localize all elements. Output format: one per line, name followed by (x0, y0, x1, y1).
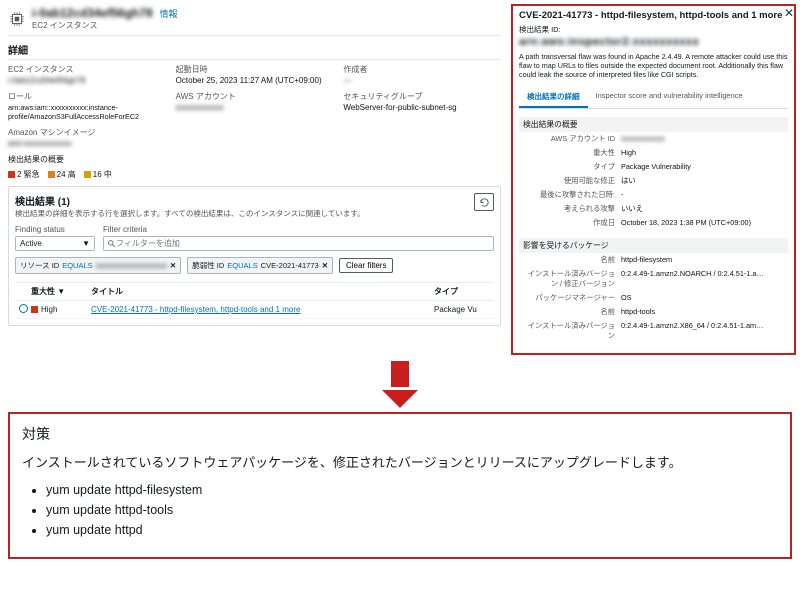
clear-filters-button[interactable]: Clear filters (339, 258, 393, 273)
kv-row: パッケージマネージャーOS (519, 291, 788, 305)
kv-row: 作成日October 18, 2023 1:38 PM (UTC+09:00) (519, 216, 788, 230)
kv-row: インストール済みバージョン0:2.4.49-1.amzn2.X86_64 / 0… (519, 319, 788, 343)
creator-label: 作成者 (343, 64, 501, 75)
finding-status-select[interactable]: Active ▼ (15, 236, 95, 251)
detail-section-title: 詳細 (8, 42, 501, 60)
filter-input[interactable] (116, 239, 490, 248)
kv-row: 名前httpd-tools (519, 305, 788, 319)
table-row[interactable]: High CVE-2021-41773 - httpd-filesystem, … (15, 301, 494, 319)
ec2-instance-label: EC2 インスタンス (8, 64, 166, 75)
filter-criteria-label: Filter criteria (103, 225, 494, 234)
result-id-value: arn:aws:inspector2:xxxxxxxxxx (519, 36, 788, 48)
search-icon (107, 239, 116, 248)
launch-time-label: 起動日時 (176, 64, 334, 75)
filter-search-wrap[interactable] (103, 236, 494, 251)
filter-chip-resource-id[interactable]: リソース ID EQUALS xxxxxxxxxxxxxxxxxxx ✕ (15, 257, 181, 274)
kv-row: インストール済みバージョン / 修正バージョン0:2.4.49-1.amzn2.… (519, 267, 788, 291)
close-icon[interactable]: ✕ (170, 261, 176, 270)
main-left-column: i-0ab12cd34ef56gh78 情報 EC2 インスタンス 詳細 EC2… (0, 0, 509, 332)
tab-inspector-score[interactable]: Inspector score and vulnerability intell… (588, 87, 751, 108)
result-id-label: 検出結果 ID: (519, 24, 788, 35)
close-panel-button[interactable]: ✕ (782, 4, 796, 22)
filter-chip-vuln-id[interactable]: 脆弱性 ID EQUALS CVE-2021-41773 ✕ (187, 257, 333, 274)
aws-account-value: xxxxxxxxxxxx (176, 103, 334, 112)
detail-row-2: ロールarn:aws:iam::xxxxxxxxxx:instance-prof… (8, 91, 501, 121)
side-panel-title: CVE-2021-41773 - httpd-filesystem, httpd… (519, 10, 788, 22)
remediation-command: yum update httpd (46, 523, 778, 537)
findings-panel-title: 検出結果 (1) (15, 193, 365, 208)
packages-section-title: 影響を受けるパッケージ (519, 238, 788, 253)
refresh-icon (479, 197, 490, 208)
row-title-link[interactable]: CVE-2021-41773 - httpd-filesystem, httpd… (91, 305, 300, 314)
cpu-icon (8, 10, 26, 28)
launch-time-value: October 25, 2023 11:27 AM (UTC+09:00) (176, 76, 334, 85)
instance-id-title: i-0ab12cd34ef56gh78 (32, 6, 153, 20)
kv-row: タイプPackage Vulnerability (519, 160, 788, 174)
refresh-button[interactable] (474, 193, 494, 211)
kv-row: AWS アカウント IDxxxxxxxxxxxx (519, 132, 788, 146)
security-group-value: WebServer-for-public-subnet-sg (343, 103, 501, 112)
findings-summary-label: 検出結果の概要 (8, 154, 501, 165)
kv-row: 重大性High (519, 146, 788, 160)
row-type: Package Vu (434, 305, 494, 314)
ami-label: Amazon マシンイメージ (8, 127, 166, 138)
vulnerability-description: A path transversal flaw was found in Apa… (519, 52, 788, 79)
finding-status-label: Finding status (15, 225, 95, 234)
legend-high: 24 高 (48, 169, 76, 180)
finding-detail-side-panel: ✕ CVE-2021-41773 - httpd-filesystem, htt… (511, 4, 796, 355)
chevron-down-icon: ▼ (82, 239, 90, 248)
close-icon[interactable]: ✕ (322, 261, 328, 270)
tab-finding-detail[interactable]: 検出結果の詳細 (519, 87, 588, 108)
kv-row: 名前httpd-filesystem (519, 253, 788, 267)
findings-panel-subtitle: 検出結果の詳細を表示する行を選択します。すべての検出結果は、このインスタンスに関… (15, 208, 365, 219)
remediation-panel: 対策 インストールされているソフトウェアパッケージを、修正されたバージョンとリリ… (8, 412, 792, 559)
findings-panel: 検出結果 (1) 検出結果の詳細を表示する行を選択します。すべての検出結果は、こ… (8, 186, 501, 326)
ec2-instance-value: i-0ab12cd34ef56gh78 (8, 76, 166, 85)
red-arrow-annotation (0, 361, 800, 408)
security-group-label: セキュリティグループ (343, 91, 501, 102)
instance-header: i-0ab12cd34ef56gh78 情報 EC2 インスタンス (8, 6, 501, 36)
remediation-command-list: yum update httpd-filesystem yum update ht… (22, 483, 778, 537)
remediation-heading: 対策 (22, 424, 778, 444)
ami-value: ami-xxxxxxxxxxxx (8, 139, 166, 148)
legend-critical: 2 緊急 (8, 169, 40, 180)
creator-value: — (343, 76, 501, 85)
info-link[interactable]: 情報 (160, 9, 178, 19)
detail-row-3: Amazon マシンイメージami-xxxxxxxxxxxx (8, 127, 501, 148)
kv-row: 使用可能な修正はい (519, 174, 788, 188)
role-value: arn:aws:iam::xxxxxxxxxx:instance-profile… (8, 103, 166, 121)
row-radio[interactable] (19, 304, 28, 313)
row-severity: High (31, 305, 91, 314)
legend-medium: 16 中 (84, 169, 112, 180)
instance-type-subtitle: EC2 インスタンス (32, 20, 178, 31)
col-title[interactable]: タイトル (91, 286, 434, 297)
remediation-command: yum update httpd-filesystem (46, 483, 778, 497)
side-panel-tabs: 検出結果の詳細 Inspector score and vulnerabilit… (519, 87, 788, 109)
kv-row: 最後に攻撃された日時:- (519, 188, 788, 202)
detail-row-1: EC2 インスタンスi-0ab12cd34ef56gh78 起動日時Octobe… (8, 64, 501, 85)
col-severity[interactable]: 重大性 (31, 287, 55, 296)
remediation-command: yum update httpd-tools (46, 503, 778, 517)
aws-account-label: AWS アカウント (176, 91, 334, 102)
finding-status-value: Active (20, 239, 42, 248)
remediation-text: インストールされているソフトウェアパッケージを、修正されたバージョンとリリースに… (22, 454, 778, 473)
kv-row: 考えられる攻撃いいえ (519, 202, 788, 216)
findings-table-header: 重大性 ▼ タイトル タイプ (15, 282, 494, 301)
role-label: ロール (8, 91, 166, 102)
severity-legend: 2 緊急 24 高 16 中 (8, 169, 501, 180)
col-type[interactable]: タイプ (434, 286, 494, 297)
summary-section-title: 検出結果の概要 (519, 117, 788, 132)
